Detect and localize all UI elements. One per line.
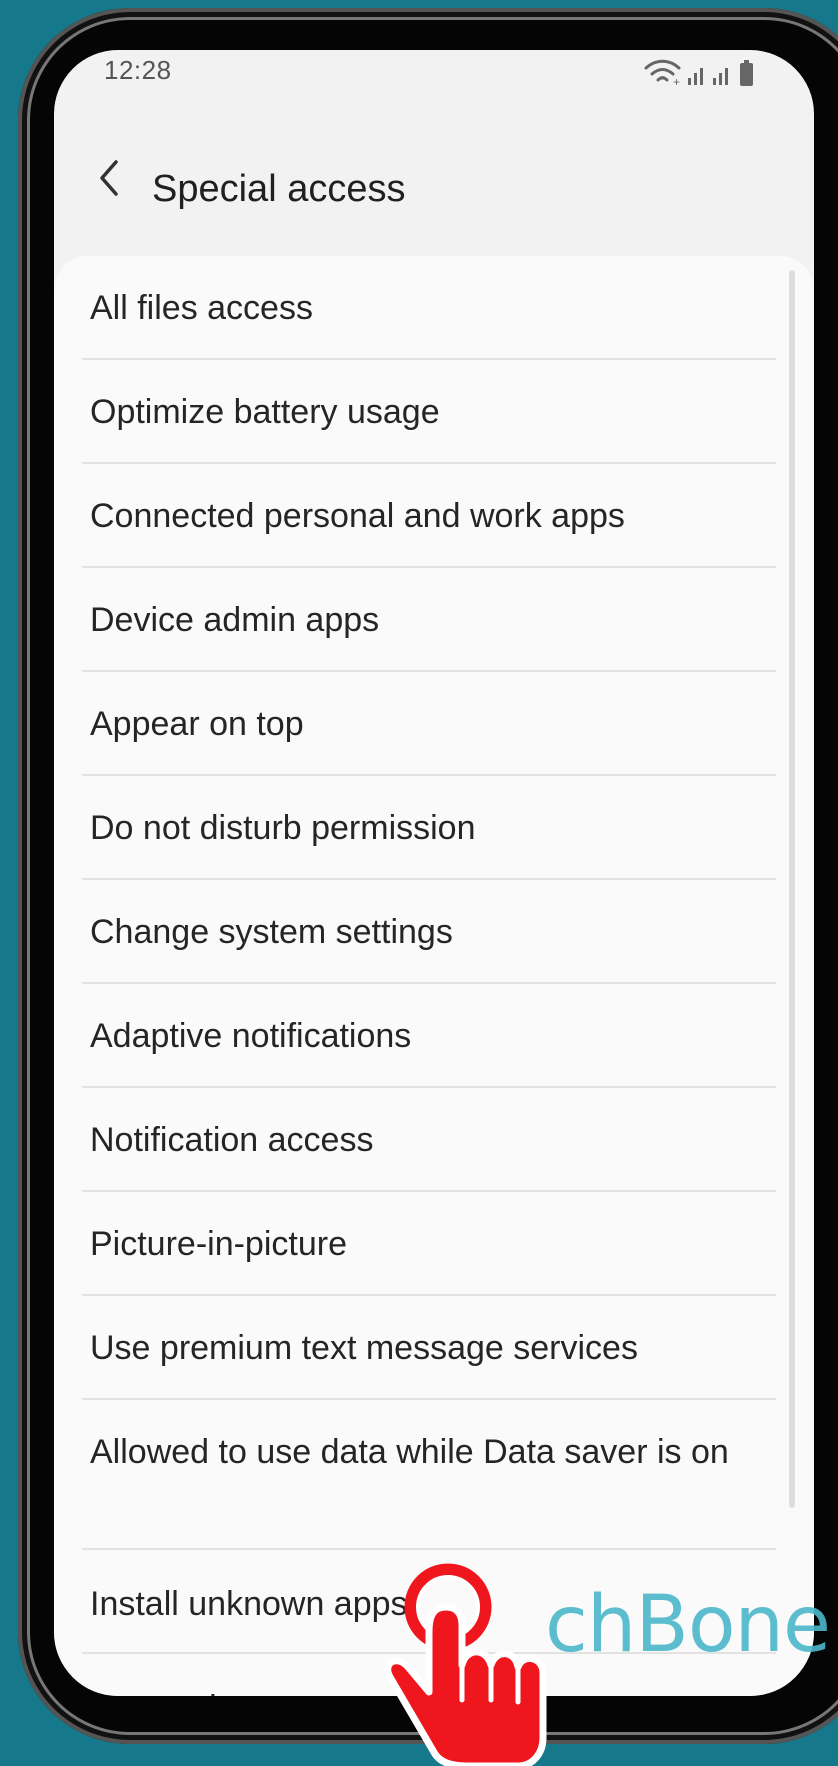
- list-item-adaptive-notifications[interactable]: Adaptive notifications: [82, 984, 776, 1088]
- watermark-text: chBone: [545, 1580, 831, 1670]
- tutorial-screenshot: 12:28 + Special access All files access …: [0, 0, 838, 1766]
- page-title: Special access: [152, 168, 406, 210]
- list-item-device-admin-apps[interactable]: Device admin apps: [82, 568, 776, 672]
- signal-icon: [688, 68, 703, 85]
- status-time: 12:28: [104, 55, 172, 85]
- list-item-all-files-access[interactable]: All files access: [82, 256, 776, 360]
- app-bar: Special access: [54, 108, 814, 256]
- android-screen: 12:28 + Special access All files access …: [54, 50, 814, 1696]
- signal-icon: [713, 68, 728, 85]
- special-access-list: All files access Optimize battery usage …: [54, 256, 814, 1696]
- battery-icon: [740, 60, 753, 86]
- tap-hand-icon: [384, 1563, 547, 1766]
- list-item-optimize-battery-usage[interactable]: Optimize battery usage: [82, 360, 776, 464]
- list-item-appear-on-top[interactable]: Appear on top: [82, 672, 776, 776]
- status-bar: 12:28 +: [54, 50, 814, 108]
- list-item-premium-text-message-services[interactable]: Use premium text message services: [82, 1296, 776, 1400]
- list-item-change-system-settings[interactable]: Change system settings: [82, 880, 776, 984]
- list-item-data-saver-allowed[interactable]: Allowed to use data while Data saver is …: [82, 1400, 776, 1550]
- scrollbar[interactable]: [789, 270, 795, 1508]
- status-icons: +: [644, 59, 753, 88]
- svg-text:+: +: [673, 75, 680, 88]
- list-item-picture-in-picture[interactable]: Picture-in-picture: [82, 1192, 776, 1296]
- list-item-notification-access[interactable]: Notification access: [82, 1088, 776, 1192]
- list-item-do-not-disturb-permission[interactable]: Do not disturb permission: [82, 776, 776, 880]
- list-item-connected-personal-work-apps[interactable]: Connected personal and work apps: [82, 464, 776, 568]
- chevron-left-icon[interactable]: [85, 154, 133, 202]
